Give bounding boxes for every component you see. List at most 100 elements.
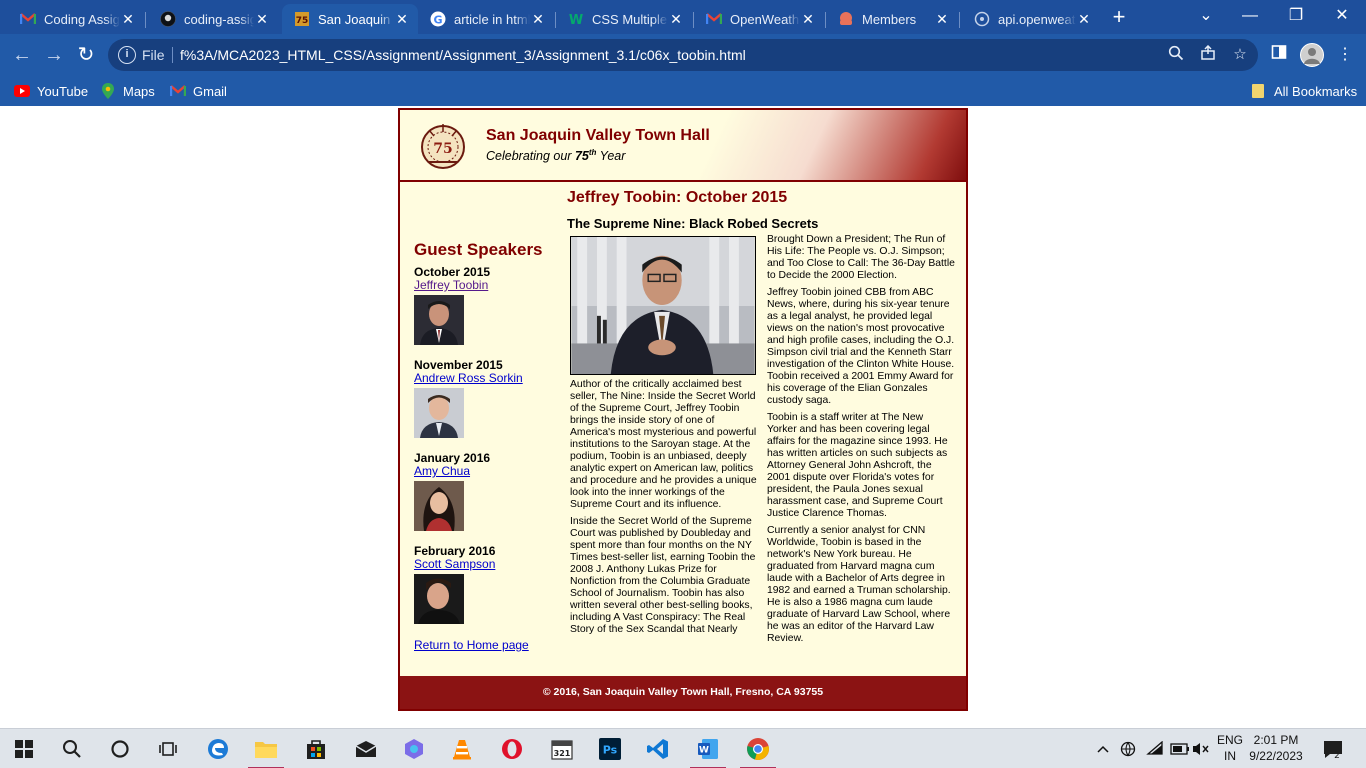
svg-text:321: 321 — [554, 749, 571, 758]
close-icon[interactable]: ✕ — [120, 11, 136, 28]
system-clock[interactable]: 2:01 PM 9/22/2023 — [1244, 732, 1308, 764]
notification-count: 2 — [1334, 751, 1340, 760]
article-paragraph: Jeffrey Toobin joined CBB from ABC News,… — [767, 287, 955, 406]
svg-text:W: W — [699, 746, 709, 756]
chrome-icon[interactable] — [734, 729, 782, 768]
speaker-photo-chua — [414, 481, 464, 531]
word-icon[interactable]: W — [684, 729, 732, 768]
page-viewport: 75 San Joaquin Valley Town Hall Celebrat… — [0, 106, 1366, 728]
bookmark-youtube[interactable]: YouTube — [14, 82, 88, 100]
info-icon[interactable]: i — [118, 46, 136, 64]
profile-avatar[interactable] — [1300, 43, 1324, 67]
tab-members[interactable]: Members ✕ — [826, 4, 958, 34]
tab-strip: Coding Assign ✕ coding-assign ✕ 75 San J… — [0, 0, 1366, 34]
minimize-icon[interactable]: — — [1234, 4, 1266, 28]
clock-date: 9/22/2023 — [1249, 749, 1303, 763]
gmail-icon — [170, 83, 186, 99]
vlc-icon[interactable] — [438, 729, 486, 768]
github-icon — [160, 11, 176, 27]
address-separator — [172, 47, 173, 63]
speaker-item: November 2015 Andrew Ross Sorkin — [414, 359, 554, 443]
close-icon[interactable]: ✕ — [1076, 11, 1092, 28]
vscode-icon[interactable] — [634, 729, 682, 768]
tab-label: Coding Assign — [44, 11, 120, 27]
tray-chevron-up-icon[interactable] — [1096, 729, 1110, 768]
bookmark-label: Maps — [123, 83, 155, 99]
speaker-link-sorkin[interactable]: Andrew Ross Sorkin — [414, 372, 554, 385]
close-icon[interactable]: ✕ — [668, 11, 684, 28]
subtitle-text: Celebrating our — [486, 149, 575, 164]
calendar-app-icon[interactable]: 321 — [538, 729, 586, 768]
wifi-icon[interactable] — [1146, 729, 1164, 768]
close-icon[interactable]: ✕ — [254, 11, 270, 28]
close-icon[interactable]: ✕ — [800, 11, 816, 28]
mail-icon[interactable] — [342, 729, 390, 768]
tab-coding-assignment[interactable]: Coding Assign ✕ — [8, 4, 144, 34]
back-arrow-icon[interactable]: ← — [10, 43, 34, 67]
notification-center-icon[interactable]: 2 — [1322, 738, 1344, 761]
menu-kebab-icon[interactable]: ⋮ — [1334, 44, 1356, 66]
speaker-item: October 2015 Jeffrey Toobin — [414, 266, 554, 350]
task-view-icon[interactable] — [144, 729, 192, 768]
url-text[interactable]: f%3A/MCA2023_HTML_CSS/Assignment/Assignm… — [180, 47, 746, 63]
article-column-left: Author of the critically acclaimed best … — [570, 236, 758, 641]
network-globe-icon[interactable] — [1120, 729, 1138, 768]
cortana-icon[interactable] — [96, 729, 144, 768]
tab-article-in-html[interactable]: G article in html ✕ — [418, 4, 554, 34]
bookmark-star-icon[interactable]: ☆ — [1230, 45, 1250, 65]
file-explorer-icon[interactable] — [242, 729, 290, 768]
bookmark-label: YouTube — [37, 83, 89, 99]
close-icon[interactable]: ✕ — [934, 11, 950, 28]
edge-icon[interactable] — [194, 729, 242, 768]
subtitle-text: Year — [596, 149, 626, 164]
speaker-link-chua[interactable]: Amy Chua — [414, 465, 554, 478]
tab-github[interactable]: coding-assign ✕ — [148, 4, 278, 34]
volume-muted-icon[interactable] — [1192, 729, 1210, 768]
battery-icon[interactable] — [1170, 729, 1190, 768]
all-bookmarks-button[interactable]: All Bookmarks — [1252, 82, 1357, 100]
tab-search-chevron-icon[interactable]: ⌄ — [1190, 4, 1222, 28]
bookmark-gmail[interactable]: Gmail — [170, 82, 227, 100]
close-icon[interactable]: ✕ — [530, 11, 546, 28]
tab-openweather[interactable]: OpenWeathe ✕ — [694, 4, 824, 34]
article-subtitle: The Supreme Nine: Black Robed Secrets — [567, 216, 819, 231]
side-panel-icon[interactable] — [1268, 44, 1290, 66]
reload-icon[interactable]: ↻ — [74, 43, 98, 67]
search-icon[interactable] — [48, 729, 96, 768]
opera-icon[interactable] — [488, 729, 536, 768]
restore-icon[interactable]: ❐ — [1280, 4, 1312, 28]
guest-speakers-heading: Guest Speakers — [414, 240, 543, 259]
article-paragraph: Toobin is a staff writer at The New York… — [767, 412, 948, 519]
windows-start-icon[interactable] — [0, 729, 48, 768]
share-icon[interactable] — [1198, 44, 1218, 65]
youtube-icon — [14, 83, 30, 99]
speaker-photo-sorkin — [414, 388, 464, 438]
store-icon[interactable] — [292, 729, 340, 768]
tab-api-openweather[interactable]: api.openweat ✕ — [962, 4, 1100, 34]
speaker-item: February 2016 Scott Sampson — [414, 545, 554, 629]
address-bar[interactable]: i File f%3A/MCA2023_HTML_CSS/Assignment/… — [108, 39, 1258, 71]
windows-taskbar: 321 Ps W ENG IN 2:01 PM 9/22/2023 2 — [0, 728, 1366, 768]
tab-css-multiple[interactable]: W CSS Multiple ✕ — [556, 4, 692, 34]
speaker-link-sampson[interactable]: Scott Sampson — [414, 558, 554, 571]
language-indicator[interactable]: ENG IN — [1212, 732, 1248, 764]
folder-icon — [1252, 84, 1264, 98]
speaker-link-toobin[interactable]: Jeffrey Toobin — [414, 279, 554, 292]
new-tab-button[interactable]: + — [1108, 6, 1130, 28]
return-home-link[interactable]: Return to Home page — [414, 638, 554, 652]
copilot-app-icon[interactable] — [390, 729, 438, 768]
w3schools-icon: W — [568, 11, 584, 27]
site-subtitle: Celebrating our 75th Year — [486, 148, 625, 163]
forward-arrow-icon[interactable]: → — [42, 43, 66, 67]
tab-san-joaquin[interactable]: 75 San Joaquin V ✕ — [282, 4, 418, 34]
photoshop-icon[interactable]: Ps — [586, 729, 634, 768]
page-container: 75 San Joaquin Valley Town Hall Celebrat… — [398, 108, 968, 711]
close-icon[interactable]: ✕ — [394, 11, 410, 28]
zoom-search-icon[interactable] — [1166, 45, 1186, 65]
window-close-icon[interactable]: ✕ — [1326, 4, 1358, 28]
tab-label: San Joaquin V — [318, 11, 394, 27]
bookmark-maps[interactable]: Maps — [100, 82, 155, 100]
browser-toolbar: ← → ↻ i File f%3A/MCA2023_HTML_CSS/Assig… — [0, 34, 1366, 76]
gmail-icon — [20, 11, 36, 27]
octopus-icon — [838, 11, 854, 27]
